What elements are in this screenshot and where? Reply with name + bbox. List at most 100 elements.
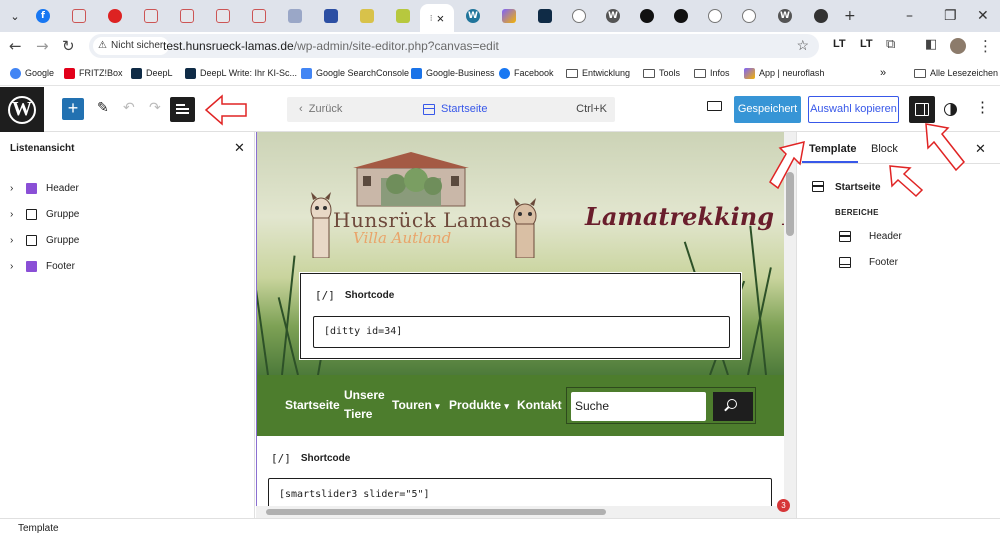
browser-tab[interactable] xyxy=(174,4,200,28)
browser-tab[interactable]: W xyxy=(772,4,798,28)
browser-tab[interactable]: W xyxy=(600,4,626,28)
tab-search-button[interactable]: ⌄ xyxy=(2,4,28,28)
browser-tab[interactable] xyxy=(354,4,380,28)
nav-item-startseite[interactable]: Startseite xyxy=(285,396,340,415)
wordpress-logo-icon[interactable]: W xyxy=(0,87,44,132)
browser-tab[interactable] xyxy=(566,4,592,28)
close-icon[interactable]: ✕ xyxy=(975,141,986,157)
undo-icon[interactable]: ↶ xyxy=(123,100,135,116)
address-bar[interactable]: ⚠ Nicht sicher test.hunsrueck-lamas.de/w… xyxy=(89,34,819,58)
browser-menu-icon[interactable]: ⋮ xyxy=(978,37,993,55)
chevron-right-icon[interactable]: › xyxy=(10,261,13,272)
chevron-right-icon[interactable]: › xyxy=(10,183,13,194)
url-text[interactable]: test.hunsrueck-lamas.de/wp-admin/site-ed… xyxy=(163,39,499,53)
tab-template[interactable]: Template xyxy=(809,143,856,155)
reload-icon[interactable]: ↻ xyxy=(62,37,75,55)
list-item-group[interactable]: › Gruppe xyxy=(0,230,255,254)
browser-tab[interactable] xyxy=(318,4,344,28)
shortcode-block[interactable]: [/] Shortcode [ditty id=34] xyxy=(300,273,741,359)
chevron-right-icon[interactable]: › xyxy=(10,235,13,246)
browser-tab[interactable] xyxy=(282,4,308,28)
new-tab-button[interactable]: + xyxy=(844,8,856,24)
list-view-panel: Listenansicht ✕ › Header › Gruppe › Grup… xyxy=(0,132,255,518)
tab-block[interactable]: Block xyxy=(871,143,898,155)
browser-tab[interactable] xyxy=(390,4,416,28)
options-menu-icon[interactable]: ⋮ xyxy=(975,98,990,116)
restore-icon[interactable]: ❐ xyxy=(944,8,957,24)
bookmark-folder-infos[interactable]: Infos xyxy=(694,66,730,80)
bookmark-folder-entwicklung[interactable]: Entwicklung xyxy=(566,66,630,80)
bookmarks-overflow-button[interactable]: » xyxy=(880,66,886,80)
browser-tab-active[interactable]: ⁝ × xyxy=(420,4,454,32)
languagetool-extension-icon[interactable]: LT xyxy=(860,38,873,50)
header-hero-image[interactable]: Hunsrück Lamas Villa Autland Lamatrekkin… xyxy=(257,132,784,375)
bookmark-star-icon[interactable]: ☆ xyxy=(796,37,809,54)
list-item-group[interactable]: › Gruppe xyxy=(0,204,255,228)
search-input[interactable]: Suche xyxy=(571,392,706,421)
nav-item-touren[interactable]: Touren ▾ xyxy=(392,396,440,416)
scrollbar-thumb[interactable] xyxy=(266,509,606,515)
tab-close-icon[interactable]: × xyxy=(437,11,445,26)
browser-tab[interactable] xyxy=(496,4,522,28)
browser-tab[interactable] xyxy=(66,4,92,28)
copy-selection-button[interactable]: Auswahl kopieren xyxy=(808,96,899,123)
extensions-puzzle-icon[interactable]: ⧉ xyxy=(886,37,895,52)
command-center[interactable]: ‹ Zurück Startseite Ctrl+K xyxy=(287,97,615,122)
save-button[interactable]: Gespeichert xyxy=(734,96,801,123)
document-title[interactable]: Startseite xyxy=(423,103,487,115)
bookmark-fritzbox[interactable]: FRITZ!Box xyxy=(64,66,123,80)
bookmark-facebook[interactable]: Facebook xyxy=(499,66,554,80)
browser-tab[interactable] xyxy=(702,4,728,28)
close-window-icon[interactable]: ✕ xyxy=(977,8,989,24)
bookmark-folder-tools[interactable]: Tools xyxy=(643,66,680,80)
area-header[interactable]: Header xyxy=(869,231,902,242)
redo-icon[interactable]: ↷ xyxy=(149,100,161,116)
shortcode-input[interactable]: [ditty id=34] xyxy=(313,316,730,348)
chevron-right-icon[interactable]: › xyxy=(10,209,13,220)
search-button[interactable] xyxy=(713,392,753,421)
browser-tab[interactable]: f xyxy=(30,4,56,28)
languagetool-extension-icon[interactable]: LT xyxy=(833,38,846,50)
nav-item-unsere-tiere[interactable]: Unsere Tiere xyxy=(344,386,388,424)
settings-sidebar-button[interactable] xyxy=(909,96,935,123)
all-bookmarks[interactable]: Alle Lesezeichen xyxy=(914,66,998,80)
profile-avatar[interactable] xyxy=(950,38,966,54)
nav-item-kontakt[interactable]: Kontakt xyxy=(517,396,562,415)
browser-tab[interactable] xyxy=(736,4,762,28)
back-arrow-icon[interactable]: ← xyxy=(9,37,22,55)
nav-item-produkte[interactable]: Produkte ▾ xyxy=(449,396,509,416)
list-item-footer[interactable]: › Footer xyxy=(0,256,255,280)
browser-tab[interactable] xyxy=(138,4,164,28)
bookmark-searchconsole[interactable]: Google SearchConsole xyxy=(301,66,409,80)
browser-tab[interactable] xyxy=(210,4,236,28)
back-link[interactable]: ‹ Zurück xyxy=(299,103,342,115)
minimize-icon[interactable]: – xyxy=(906,8,913,24)
browser-tab[interactable] xyxy=(102,4,128,28)
sidepanel-icon[interactable]: ◧ xyxy=(925,37,937,52)
bookmark-google-business[interactable]: Google-Business xyxy=(411,66,495,80)
add-block-button[interactable]: + xyxy=(62,98,84,120)
browser-tab[interactable] xyxy=(532,4,558,28)
list-item-header[interactable]: › Header xyxy=(0,178,255,202)
browser-tab[interactable] xyxy=(246,4,272,28)
editor-canvas[interactable]: Hunsrück Lamas Villa Autland Lamatrekkin… xyxy=(256,132,784,518)
browser-tab[interactable] xyxy=(808,4,834,28)
bookmark-neuroflash[interactable]: App | neuroflash xyxy=(744,66,824,80)
browser-tab[interactable] xyxy=(668,4,694,28)
pencil-tools-icon[interactable]: ✎ xyxy=(97,100,109,116)
canvas-horizontal-scrollbar[interactable] xyxy=(256,506,784,518)
bookmark-deepl[interactable]: DeepL xyxy=(131,66,173,80)
styles-icon[interactable] xyxy=(944,103,957,116)
list-view-button[interactable] xyxy=(170,97,195,122)
security-indicator[interactable]: ⚠ Nicht sicher xyxy=(93,37,170,55)
block-breadcrumb[interactable]: Template xyxy=(18,523,59,534)
bookmark-deepl-write[interactable]: DeepL Write: Ihr KI-Sc... xyxy=(185,66,297,80)
device-preview-icon[interactable] xyxy=(707,101,722,111)
area-footer[interactable]: Footer xyxy=(869,257,898,268)
notification-badge[interactable]: 3 xyxy=(777,499,790,512)
forward-arrow-icon[interactable]: → xyxy=(36,37,49,55)
bookmark-google[interactable]: Google xyxy=(10,66,54,80)
browser-tab[interactable]: W xyxy=(460,4,486,28)
browser-tab[interactable] xyxy=(634,4,660,28)
close-icon[interactable]: ✕ xyxy=(234,140,245,156)
